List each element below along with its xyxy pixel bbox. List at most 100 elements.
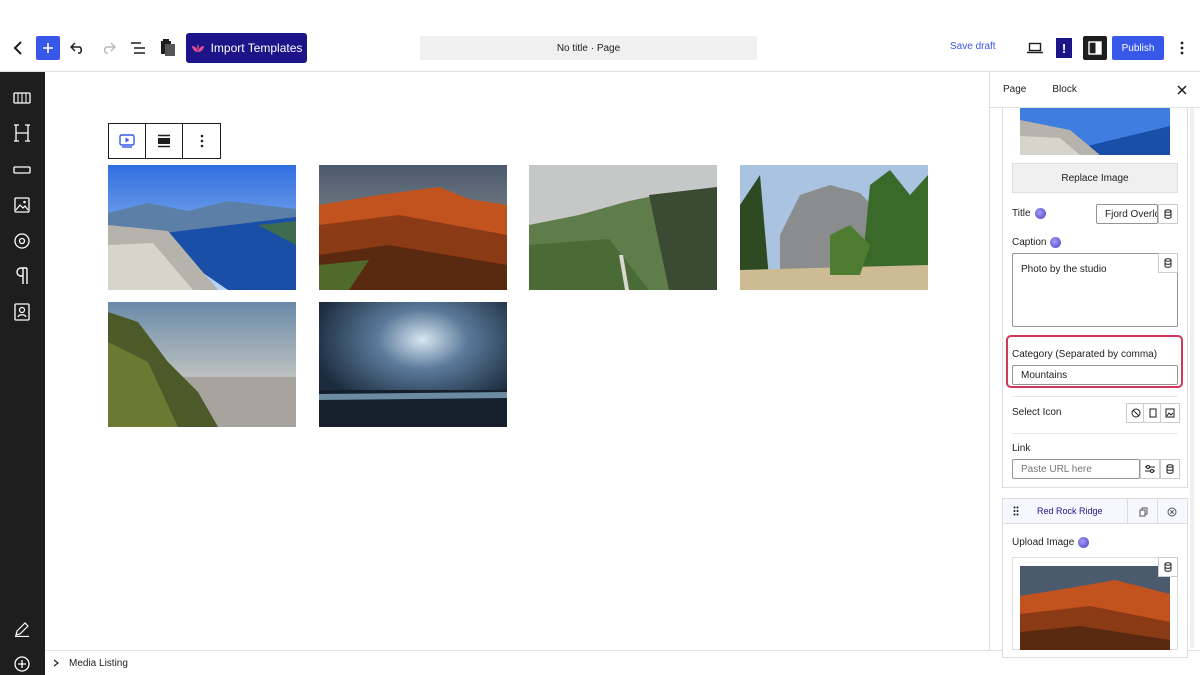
item-1-preview-image — [1020, 108, 1170, 155]
caption-label-text: Caption — [1012, 237, 1047, 248]
sliders-icon — [1145, 465, 1155, 473]
upload-image-label-text: Upload Image — [1012, 537, 1075, 548]
back-icon[interactable] — [10, 38, 26, 58]
link-database-button[interactable] — [1160, 459, 1180, 479]
close-icon[interactable] — [1174, 82, 1190, 98]
settings-sidebar-toggle[interactable] — [1083, 36, 1107, 60]
upload-image-label: Upload Image — [1012, 537, 1090, 548]
tab-page[interactable]: Page — [990, 72, 1039, 108]
database-icon — [1164, 562, 1172, 572]
caption-value: Photo by the studio — [1021, 264, 1107, 275]
more-options-icon[interactable] — [1172, 38, 1192, 58]
upload-database-button[interactable] — [1158, 557, 1178, 577]
item-2-name[interactable]: Red Rock Ridge — [1037, 506, 1103, 516]
breadcrumb-item[interactable]: Media Listing — [69, 658, 128, 669]
gallery-image-storm-sea[interactable] — [319, 302, 507, 427]
button-block-icon[interactable] — [12, 160, 32, 180]
publish-button[interactable]: Publish — [1112, 36, 1164, 60]
link-settings-button[interactable] — [1140, 459, 1160, 479]
remove-item-icon[interactable] — [1164, 504, 1180, 520]
media-block-type-button[interactable] — [109, 124, 146, 158]
book-icon — [1149, 408, 1157, 418]
duplicate-icon[interactable] — [1135, 504, 1151, 520]
block-options-button[interactable] — [183, 124, 220, 158]
alert-label: ! — [1061, 40, 1067, 56]
caption-database-button[interactable] — [1158, 253, 1178, 273]
caption-label: Caption — [1012, 237, 1062, 248]
database-icon — [1166, 464, 1174, 474]
title-input-value: Fjord Overlc — [1105, 208, 1158, 220]
left-block-rail — [0, 72, 45, 675]
gallery-image-green-valley[interactable] — [529, 165, 717, 290]
profile-block-icon[interactable] — [12, 302, 32, 322]
slider-block-icon[interactable] — [12, 88, 32, 108]
category-label-text: Category (Separated by comma) — [1012, 349, 1158, 360]
caption-textarea[interactable]: Photo by the studio — [1012, 253, 1178, 327]
category-input[interactable]: Mountains — [1012, 365, 1178, 385]
item-2-preview-image — [1020, 566, 1170, 650]
link-label-text: Link — [1012, 443, 1031, 454]
media-play-icon — [119, 134, 135, 148]
chevron-right-icon — [53, 659, 59, 667]
title-label-text: Title — [1012, 208, 1031, 219]
divider — [1012, 433, 1178, 434]
sidebar-icon — [1088, 41, 1102, 55]
document-title-bar[interactable]: No title · Page — [420, 36, 757, 60]
add-block-button[interactable] — [36, 36, 60, 60]
publish-label: Publish — [1121, 42, 1155, 54]
undo-icon[interactable] — [68, 38, 88, 58]
link-label: Link — [1012, 443, 1030, 454]
drag-handle-icon[interactable] — [1010, 503, 1022, 519]
document-title: No title · Page — [556, 42, 621, 54]
plugin-alert-button[interactable]: ! — [1056, 38, 1072, 58]
link-placeholder: Paste URL here — [1021, 463, 1092, 475]
target-block-icon[interactable] — [12, 231, 32, 251]
image-icon — [1165, 408, 1175, 418]
save-draft-button[interactable]: Save draft — [950, 41, 996, 52]
divider — [1127, 499, 1128, 524]
database-icon — [1164, 209, 1172, 219]
align-button[interactable] — [146, 124, 183, 158]
title-label: Title — [1012, 208, 1046, 219]
lotus-icon — [191, 44, 204, 52]
replace-image-label: Replace Image — [1061, 172, 1129, 184]
gallery-image-red-rock[interactable] — [319, 165, 507, 290]
clipboard-icon[interactable] — [158, 36, 178, 58]
import-templates-button[interactable]: Import Templates — [186, 33, 307, 63]
image-block-icon[interactable] — [12, 195, 32, 215]
editor-header: Import Templates No title · Page Save dr… — [0, 0, 1200, 72]
document-overview-icon[interactable] — [128, 38, 148, 58]
category-label: Category (Separated by comma) — [1012, 349, 1157, 360]
redo-icon[interactable] — [98, 38, 118, 58]
divider — [1012, 396, 1178, 397]
paragraph-block-icon[interactable] — [12, 266, 32, 286]
edit-pencil-icon[interactable] — [12, 619, 32, 639]
vertical-dots-icon — [200, 134, 203, 148]
select-icon-label: Select Icon — [1012, 407, 1061, 418]
tab-block[interactable]: Block — [1039, 72, 1089, 108]
select-icon-label-text: Select Icon — [1012, 407, 1062, 418]
sidebar-scrollbar[interactable] — [1190, 108, 1194, 648]
import-templates-label: Import Templates — [210, 41, 303, 55]
category-value: Mountains — [1021, 369, 1068, 381]
database-icon — [1164, 258, 1172, 268]
sidebar-tabs: Page Block — [990, 72, 1200, 108]
title-input[interactable]: Fjord Overlc — [1096, 204, 1158, 224]
dynamic-content-icon[interactable] — [1034, 208, 1046, 219]
gallery-image-fjord[interactable] — [108, 165, 296, 290]
ban-icon — [1131, 408, 1141, 418]
link-input[interactable]: Paste URL here — [1012, 459, 1140, 479]
dynamic-content-icon[interactable] — [1050, 237, 1062, 248]
align-icon — [158, 134, 170, 148]
add-circle-icon[interactable] — [12, 654, 32, 674]
dynamic-content-icon[interactable] — [1078, 537, 1090, 548]
block-toolbar — [108, 123, 221, 159]
divider — [1157, 499, 1158, 524]
gallery-image-coast[interactable] — [108, 302, 296, 427]
heading-block-icon[interactable] — [12, 123, 32, 143]
preview-device-icon[interactable] — [1025, 38, 1045, 58]
replace-image-button[interactable]: Replace Image — [1012, 163, 1178, 193]
icon-image-button[interactable] — [1160, 403, 1180, 423]
gallery-image-forest-cliffs[interactable] — [740, 165, 928, 290]
title-database-button[interactable] — [1158, 204, 1178, 224]
